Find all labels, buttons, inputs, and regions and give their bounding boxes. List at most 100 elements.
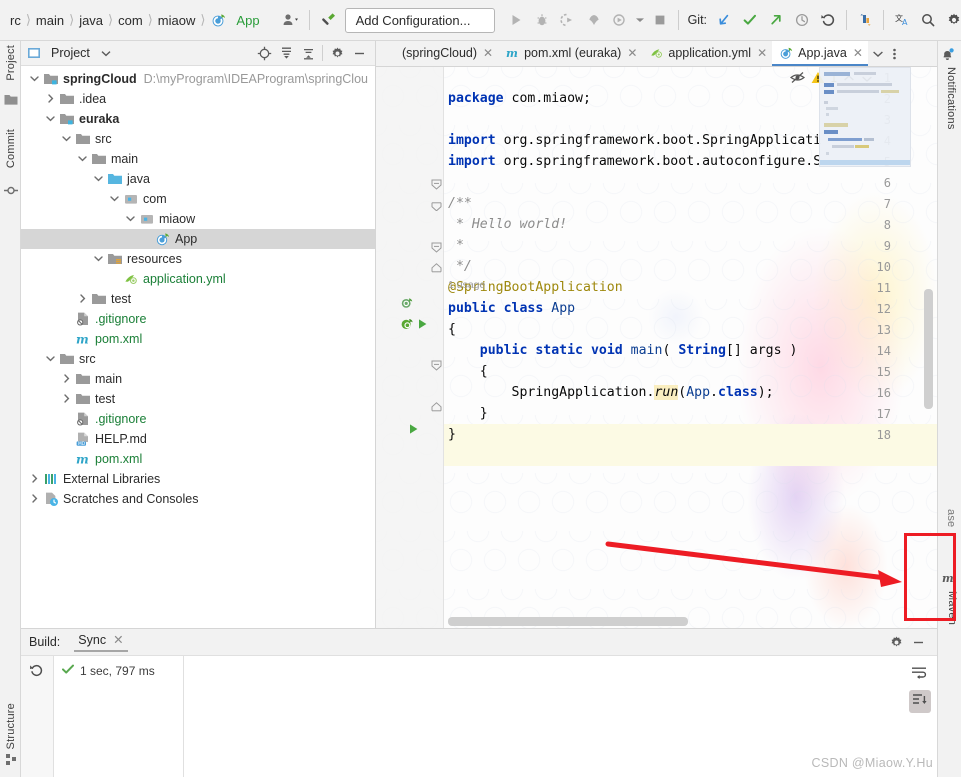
soft-wrap-icon[interactable] [911,666,927,683]
editor-tab-app-java[interactable]: App.java ✕ [772,41,868,66]
gear-icon[interactable] [885,631,907,653]
tree-node-src[interactable]: src [21,129,375,149]
profiler-icon[interactable] [581,7,607,33]
tab-sync[interactable]: Sync ✕ [74,632,128,652]
fold-marker-icon[interactable] [431,402,445,416]
chevron-right-icon[interactable] [61,393,73,405]
chevron-down-icon[interactable] [77,153,89,165]
tree-node-springcloud[interactable]: springCloud D:\myProgram\IDEAProgram\spri… [21,69,375,89]
chevron-down-icon[interactable] [45,113,57,125]
translate-icon[interactable]: 文 A [889,7,915,33]
chevron-right-icon[interactable] [29,493,41,505]
editor-gutter[interactable] [376,67,444,628]
chevron-down-icon[interactable] [633,7,647,33]
source-code[interactable]: package com.miaow; import org.springfram… [448,67,821,445]
expand-all-icon[interactable] [275,42,297,64]
tree-node-application-yml[interactable]: application.yml [21,269,375,289]
close-icon[interactable]: ✕ [113,632,123,647]
add-configuration-button[interactable]: Add Configuration... [344,7,495,33]
usage-hint[interactable]: 1 usage [448,279,485,291]
close-icon[interactable]: ✕ [757,46,767,60]
rerun-icon[interactable] [29,662,45,681]
collapse-all-icon[interactable] [297,42,319,64]
tree-node-external-libraries[interactable]: External Libraries [21,469,375,489]
tree-node-pom-xml[interactable]: m pom.xml [21,449,375,469]
chevron-down-icon[interactable] [61,133,73,145]
chevron-down-icon[interactable] [868,41,888,66]
code-minimap[interactable] [819,67,911,167]
git-push-icon[interactable] [763,7,789,33]
tree-node-scratches-and-consoles[interactable]: Scratches and Consoles [21,489,375,509]
close-icon[interactable]: ✕ [627,46,637,60]
gear-icon[interactable] [326,42,348,64]
build-hammer-icon[interactable] [315,7,341,33]
fold-marker-icon[interactable] [431,360,445,374]
breadcrumb-item-miaow[interactable]: miaow [154,13,200,28]
tree-node--gitignore[interactable]: .gitignore [21,409,375,429]
git-rollback-icon[interactable] [815,7,841,33]
run-gutter-icon[interactable] [417,318,431,332]
build-result-tree[interactable]: 1 sec, 797 ms [54,656,184,777]
chevron-right-icon[interactable] [77,293,89,305]
scroll-to-end-icon[interactable] [909,690,931,713]
close-icon[interactable]: ✕ [853,46,863,60]
project-tree[interactable]: springCloud D:\myProgram\IDEAProgram\spri… [21,66,375,627]
hide-icon[interactable] [907,631,929,653]
chevron-down-icon[interactable] [125,213,137,225]
tree-node-main[interactable]: main [21,369,375,389]
build-result-row[interactable]: 1 sec, 797 ms [54,661,183,680]
editor-tab-bar[interactable]: (springCloud) ✕ m pom.xml (euraka) ✕ applicat… [376,41,937,67]
editor-horizontal-scrollbar[interactable] [448,617,688,626]
fold-marker-icon[interactable] [431,200,445,214]
tree-node-pom-xml[interactable]: m pom.xml [21,329,375,349]
gear-icon[interactable] [941,7,961,33]
chevron-right-icon[interactable] [29,473,41,485]
search-everywhere-icon[interactable] [915,7,941,33]
editor-tab-application-yml[interactable]: application.yml ✕ [642,41,772,66]
chevron-down-icon[interactable] [45,353,57,365]
stop-icon[interactable] [647,7,673,33]
tree-node-help-md[interactable]: MD HELP.md [21,429,375,449]
tree-node-main[interactable]: main [21,149,375,169]
tree-node--idea[interactable]: .idea [21,89,375,109]
run-with-coverage-icon[interactable] [555,7,581,33]
locate-icon[interactable] [253,42,275,64]
tree-node-resources[interactable]: resources [21,249,375,269]
user-profile-icon[interactable] [278,7,304,33]
tree-node-app[interactable]: App [21,229,375,249]
fold-marker-icon[interactable] [431,242,445,256]
hide-icon[interactable] [348,42,370,64]
git-commit-check-icon[interactable] [737,7,763,33]
tree-node-test[interactable]: test [21,389,375,409]
breadcrumb-item-src[interactable]: rc [6,13,25,28]
chevron-down-icon[interactable] [109,193,121,205]
editor-tab-pom-xml--euraka-[interactable]: m pom.xml (euraka) ✕ [498,41,642,66]
hide-inspections-icon[interactable] [789,71,805,87]
tree-node-euraka[interactable]: euraka [21,109,375,129]
vcs-operations-icon[interactable] [852,7,878,33]
spring-bean-icon[interactable] [400,296,414,310]
chevron-down-icon[interactable] [93,253,105,265]
breadcrumb-item-com[interactable]: com [114,13,147,28]
scrollbar-thumb[interactable] [924,289,933,409]
run-gutter-icon[interactable] [408,423,422,437]
breadcrumb-item-java[interactable]: java [75,13,107,28]
code-editor[interactable]: 123456789101112131415161718 [376,67,937,628]
editor-tab--springcloud-[interactable]: (springCloud) ✕ [376,41,498,66]
chevron-right-icon[interactable] [45,93,57,105]
git-history-icon[interactable] [789,7,815,33]
tree-node-com[interactable]: com [21,189,375,209]
fold-marker-icon[interactable] [431,263,445,277]
tree-node-src[interactable]: src [21,349,375,369]
git-update-project-icon[interactable] [711,7,737,33]
chevron-right-icon[interactable] [61,373,73,385]
breadcrumb-item-main[interactable]: main [32,13,68,28]
tree-node-test[interactable]: test [21,289,375,309]
rerun-icon[interactable] [607,7,633,33]
more-options-icon[interactable] [888,41,901,66]
fold-marker-icon[interactable] [431,179,445,193]
tree-node-java[interactable]: java [21,169,375,189]
close-icon[interactable]: ✕ [483,46,493,60]
breadcrumb-item-app[interactable]: App [232,13,263,28]
debug-icon[interactable] [529,7,555,33]
